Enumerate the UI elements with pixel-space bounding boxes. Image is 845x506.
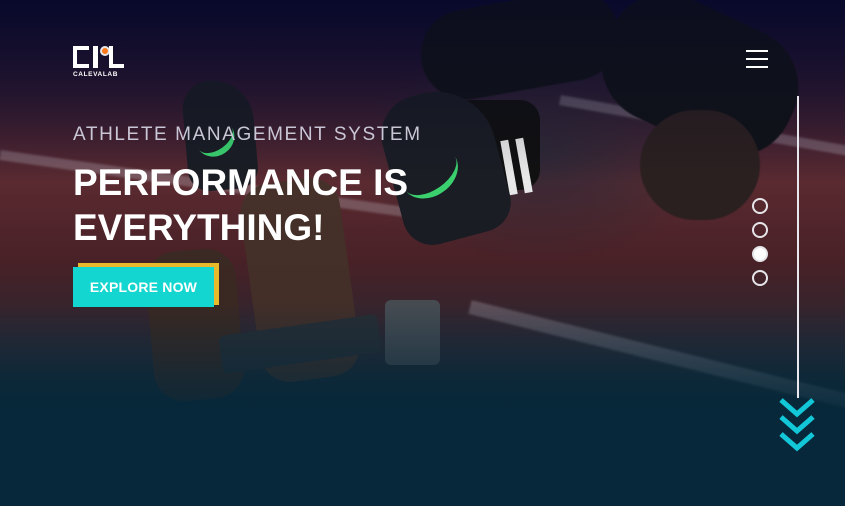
vertical-divider-line bbox=[797, 96, 799, 398]
explore-now-button[interactable]: EXPLORE NOW bbox=[73, 267, 214, 307]
scroll-down-chevrons-icon[interactable] bbox=[779, 398, 815, 454]
calevalab-logo[interactable]: CALEVALAB bbox=[73, 46, 125, 80]
pager-dot-4[interactable] bbox=[752, 270, 768, 286]
hero-eyebrow: ATHLETE MANAGEMENT SYSTEM bbox=[73, 124, 422, 145]
pager-dot-1[interactable] bbox=[752, 198, 768, 214]
pager-dot-2[interactable] bbox=[752, 222, 768, 238]
hero-headline: PERFORMANCE IS EVERYTHING! bbox=[73, 162, 409, 248]
hero-gradient-overlay bbox=[0, 0, 845, 506]
pager-dot-3[interactable] bbox=[752, 246, 768, 262]
explore-button-wrapper: EXPLORE NOW bbox=[73, 263, 219, 307]
hamburger-menu-icon[interactable] bbox=[746, 50, 768, 70]
logo-wordmark: CALEVALAB bbox=[73, 71, 118, 78]
